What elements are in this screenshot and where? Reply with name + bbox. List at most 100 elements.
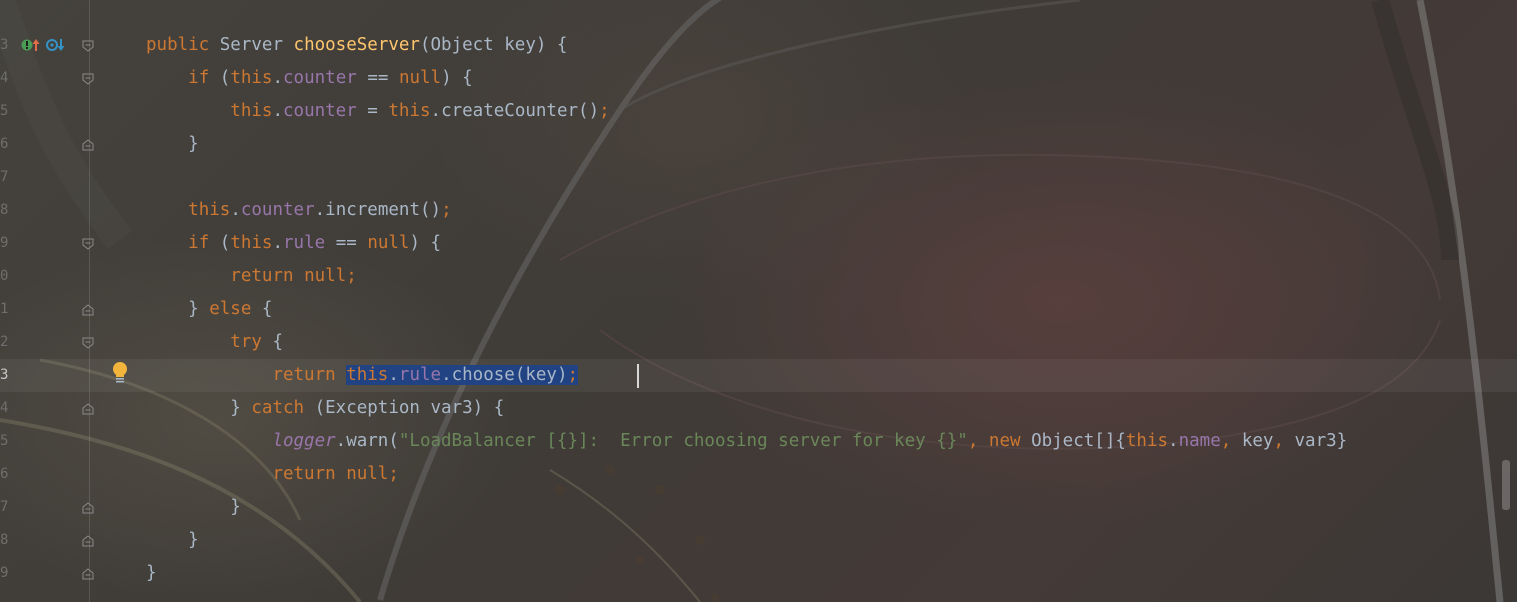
field: counter: [283, 101, 357, 121]
fold-close-icon[interactable]: [82, 502, 94, 514]
code-line[interactable]: return null;: [146, 458, 398, 491]
code-line[interactable]: } catch (Exception var3) {: [146, 392, 504, 425]
code-text: Server: [219, 35, 294, 55]
line-number: 7: [0, 169, 9, 185]
fold-close-icon[interactable]: [82, 304, 94, 316]
code-text: .: [272, 233, 284, 253]
fold-close-icon[interactable]: [82, 139, 94, 151]
keyword: this: [346, 365, 389, 385]
code-text: }: [230, 497, 241, 517]
overrides-method-icon[interactable]: [20, 36, 42, 54]
comma: ,: [967, 431, 989, 451]
field: rule: [398, 365, 442, 385]
code-line[interactable]: if (this.rule == null) {: [146, 227, 441, 260]
line-number: 9: [0, 235, 9, 251]
code-line-current[interactable]: return this.rule.choose(key);: [146, 359, 579, 392]
code-text: (Exception var3) {: [314, 398, 505, 418]
code-line[interactable]: }: [146, 524, 199, 557]
code-text: ==: [356, 68, 399, 88]
keyword: if: [188, 68, 220, 88]
code-text: .: [272, 68, 284, 88]
code-text: .choose(key): [441, 365, 568, 385]
lightbulb-icon[interactable]: [110, 361, 130, 385]
keyword: if: [188, 233, 220, 253]
fold-open-icon[interactable]: [82, 238, 94, 250]
field: name: [1178, 431, 1221, 451]
semicolon: ;: [346, 266, 357, 286]
code-line[interactable]: this.counter = this.createCounter();: [146, 95, 610, 128]
code-line[interactable]: } else {: [146, 293, 272, 326]
code-text: (: [219, 233, 231, 253]
line-number: 5: [0, 103, 9, 119]
code-line[interactable]: logger.warn("LoadBalancer [{}]: Error ch…: [146, 425, 1347, 458]
line-number: 5: [0, 433, 9, 449]
code-text: }: [188, 530, 199, 550]
keyword: try: [230, 332, 273, 352]
code-text: (Object key) {: [419, 35, 568, 55]
keyword: this: [230, 233, 273, 253]
fold-open-icon[interactable]: [82, 40, 94, 52]
editor-gutter[interactable]: 3 4 5 6 7 8 9 0 1 2 3 4 5 6 7 8 9: [0, 0, 145, 602]
field: rule: [283, 233, 326, 253]
code-text: ==: [325, 233, 368, 253]
line-number: 6: [0, 466, 9, 482]
keyword: new: [988, 431, 1032, 451]
line-number: 2: [0, 334, 9, 350]
code-line[interactable]: public Server chooseServer(Object key) {: [146, 29, 567, 62]
semicolon: ;: [599, 101, 610, 121]
code-line[interactable]: }: [146, 491, 241, 524]
code-text: =: [356, 101, 389, 121]
code-line[interactable]: }: [146, 557, 157, 590]
keyword: this: [230, 101, 273, 121]
static-field: logger: [272, 431, 336, 451]
fold-open-icon[interactable]: [82, 337, 94, 349]
code-line[interactable]: if (this.counter == null) {: [146, 62, 473, 95]
code-editor[interactable]: 3 4 5 6 7 8 9 0 1 2 3 4 5 6 7 8 9 public…: [0, 0, 1517, 602]
code-text: .: [272, 101, 283, 121]
fold-close-icon[interactable]: [82, 568, 94, 580]
code-line[interactable]: try {: [146, 326, 283, 359]
text-selection[interactable]: this.rule.choose(key);: [346, 365, 579, 385]
keyword: else: [209, 299, 262, 319]
code-text: .warn(: [335, 431, 399, 451]
code-text: }: [188, 134, 199, 154]
string-literal: "LoadBalancer [{}]: Error choosing serve…: [398, 431, 968, 451]
code-text: .: [230, 200, 241, 220]
code-text: {: [272, 332, 283, 352]
keyword: null: [367, 233, 410, 253]
code-line[interactable]: }: [146, 128, 199, 161]
implements-method-icon[interactable]: [45, 36, 67, 54]
semicolon: ;: [441, 200, 452, 220]
line-number: 9: [0, 565, 9, 581]
line-number: 0: [0, 268, 9, 284]
code-text: var3}: [1294, 431, 1348, 451]
line-number: 7: [0, 499, 9, 515]
fold-open-icon[interactable]: [82, 73, 94, 85]
fold-close-icon[interactable]: [82, 535, 94, 547]
code-text: .createCounter(): [430, 101, 600, 121]
code-text: (: [219, 68, 231, 88]
code-text: .increment(): [314, 200, 442, 220]
code-text: ) {: [441, 68, 473, 88]
fold-close-icon[interactable]: [82, 403, 94, 415]
code-text: {: [261, 299, 273, 319]
line-number: 1: [0, 301, 9, 317]
code-text: .: [388, 365, 399, 385]
vertical-scrollbar-thumb[interactable]: [1502, 460, 1510, 510]
code-text: .: [1168, 431, 1179, 451]
keyword: this: [1125, 431, 1169, 451]
keyword: null: [304, 266, 347, 286]
code-line[interactable]: return null;: [146, 260, 357, 293]
keyword: return: [272, 365, 347, 385]
code-line[interactable]: this.counter.increment();: [146, 194, 452, 227]
line-number: 4: [0, 70, 9, 86]
